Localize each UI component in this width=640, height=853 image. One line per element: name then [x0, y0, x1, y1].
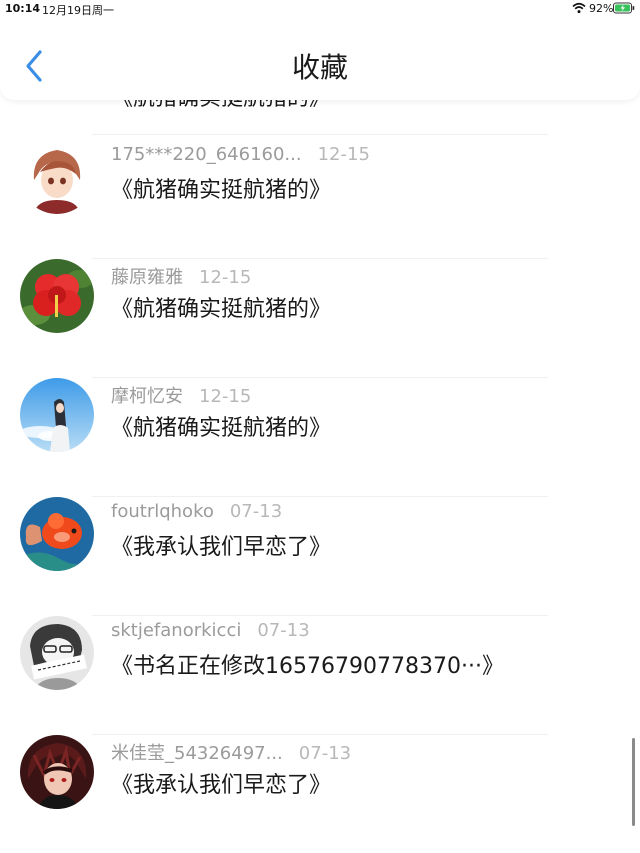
item-author: 藤原雍雅	[111, 267, 183, 288]
list-item[interactable]: foutrlqhoko 07-13 《我承认我们早恋了》	[0, 497, 640, 616]
row-divider	[92, 134, 548, 135]
item-meta: 藤原雍雅 12-15	[111, 263, 251, 289]
item-author: sktjefanorkicci	[111, 620, 242, 641]
item-title: 《航猪确实挺航猪的》	[111, 178, 332, 203]
list-item[interactable]: sktjefanorkicci 07-13 《书名正在修改165767907783…	[0, 616, 640, 735]
red-flower-avatar	[20, 259, 94, 333]
anime-boy-avatar	[20, 140, 94, 214]
item-date: 07-13	[298, 743, 352, 764]
item-title: 《我承认我们早恋了》	[111, 773, 332, 798]
favorites-list: 《航猪确实挺航猪的》 175***220_646160...12-15 《航猪确	[0, 18, 640, 853]
item-author: 175***220_646160...	[111, 144, 302, 165]
page-title: 收藏	[291, 51, 348, 84]
list-item[interactable]: 米佳莹_54326497... 07-13 《我承认我们早恋了》	[0, 735, 640, 853]
nav-bar: 收藏	[0, 18, 640, 100]
battery-charging-icon	[613, 2, 635, 14]
wifi-icon	[572, 2, 586, 14]
content-area: 《航猪确实挺航猪的》 175***220_646160...12-15 《航猪确	[0, 18, 640, 853]
item-title: 《我承认我们早恋了》	[111, 535, 332, 560]
item-author: 米佳莹_54326497...	[111, 743, 283, 764]
item-meta: 米佳莹_54326497... 07-13	[111, 739, 351, 765]
item-meta: foutrlqhoko 07-13	[111, 501, 282, 522]
item-author: foutrlqhoko	[111, 501, 214, 522]
sky-girl-avatar	[20, 378, 94, 452]
dark-anime-avatar	[20, 735, 94, 809]
list-item[interactable]: 175***220_646160... 12-15 《航猪确实挺航猪的》	[0, 140, 640, 259]
status-time: 10:14	[5, 2, 41, 15]
item-title: 《航猪确实挺航猪的》	[111, 416, 332, 441]
item-title: 《书名正在修改16576790778370···》	[111, 654, 504, 679]
item-date: 07-13	[229, 501, 283, 522]
list-item[interactable]: 藤原雍雅 12-15 《航猪确实挺航猪的》	[0, 259, 640, 378]
item-date: 12-15	[199, 267, 252, 288]
battery-percent: 92%	[589, 2, 614, 15]
item-date: 12-15	[199, 386, 252, 407]
item-meta: 175***220_646160... 12-15	[111, 144, 370, 165]
item-author: 摩柯忆安	[111, 386, 183, 407]
item-date: 07-13	[257, 620, 310, 641]
item-meta: 摩柯忆安 12-15	[111, 382, 251, 408]
scrollbar[interactable]	[632, 738, 635, 826]
item-date: 12-15	[317, 144, 370, 165]
item-title: 《航猪确实挺航猪的》	[111, 297, 332, 322]
item-meta: sktjefanorkicci 07-13	[111, 620, 310, 641]
status-date: 12月19日周一	[42, 4, 114, 17]
goldfish-avatar	[20, 497, 94, 571]
status-bar: 10:14 12月19日周一 92%	[0, 0, 640, 18]
sketch-avatar	[20, 616, 94, 690]
list-item[interactable]: 摩柯忆安 12-15 《航猪确实挺航猪的》	[0, 378, 640, 497]
